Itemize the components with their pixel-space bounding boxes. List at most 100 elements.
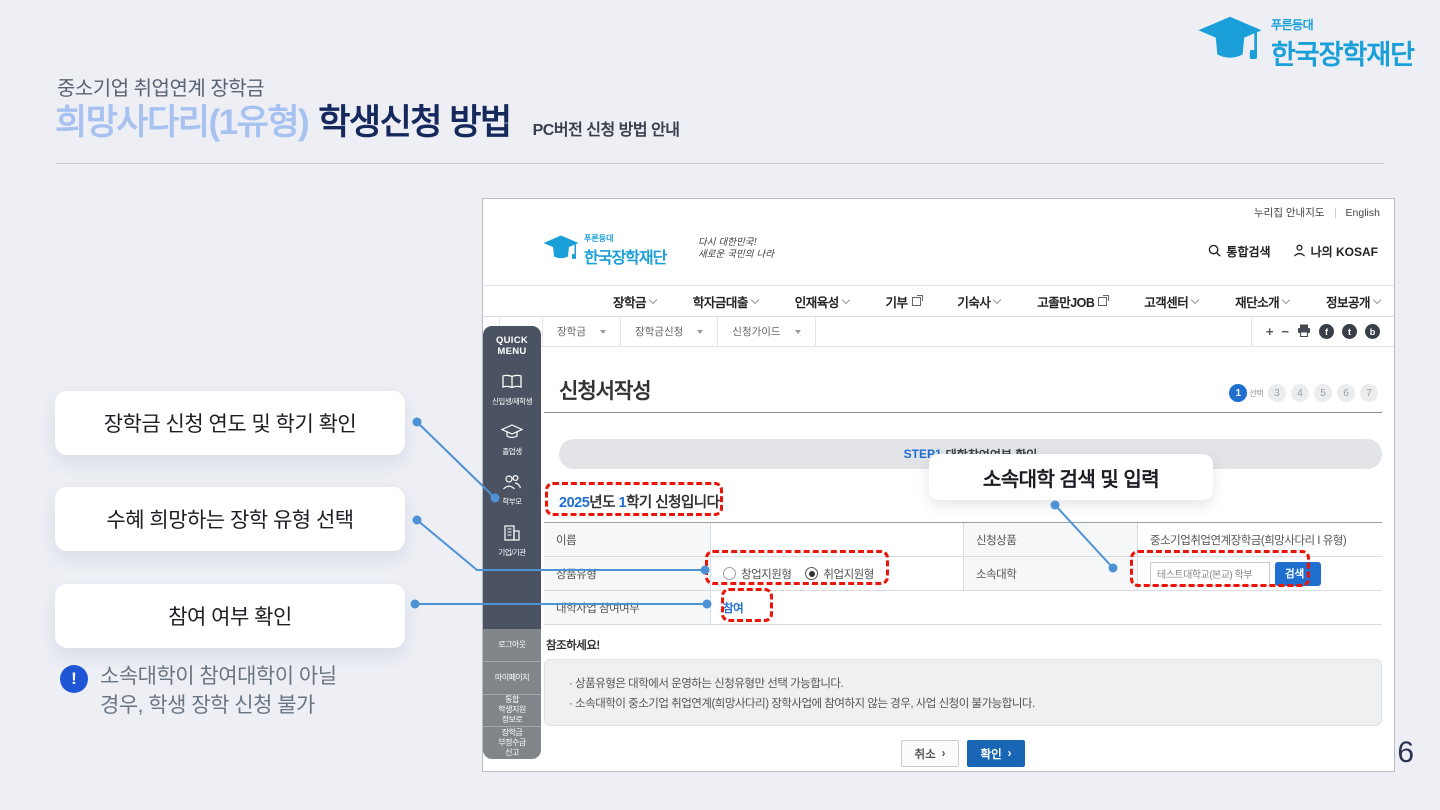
- quickmenu-report[interactable]: 장학금 부정수급 신고: [483, 726, 541, 759]
- breadcrumb-item-guide[interactable]: 신청가이드: [718, 317, 815, 346]
- step-circle-active: 1: [1229, 384, 1247, 402]
- sitemap-link[interactable]: 누리집 안내지도: [1254, 205, 1325, 220]
- step-circle: 7: [1360, 384, 1378, 402]
- callout-card-2: 수혜 희망하는 장학 유형 선택: [55, 487, 405, 551]
- quick-menu-title: QUICK MENU: [496, 335, 528, 357]
- breadcrumb-item-scholarship[interactable]: 장학금: [543, 317, 621, 346]
- quick-menu: QUICK MENU 신입생/재학생 졸업생 학부모 기업/기관: [483, 326, 541, 759]
- university-search-button[interactable]: 검색 ›: [1275, 562, 1321, 586]
- facebook-icon[interactable]: f: [1319, 324, 1334, 339]
- reference-note-1: 상품유형은 대학에서 운영하는 신청유형만 선택 가능합니다.: [569, 674, 1381, 694]
- english-link[interactable]: English: [1346, 207, 1380, 219]
- site-header: 푸른등대 한국장학재단 다시 대한민국! 새로운 국민의 나라 통합검색 나의 …: [483, 223, 1394, 285]
- university-input[interactable]: [1150, 562, 1270, 586]
- radio-selected-icon: [805, 567, 818, 580]
- action-buttons: 취소 › 확인›: [544, 740, 1382, 767]
- slogan-script: 다시 대한민국! 새로운 국민의 나라: [698, 237, 774, 261]
- callout-card-3: 참여 여부 확인: [55, 584, 405, 648]
- quickmenu-item-graduate[interactable]: 졸업생: [501, 424, 523, 457]
- caret-down-icon: [697, 330, 703, 334]
- title-underline: [544, 412, 1382, 413]
- nav-item-donation[interactable]: 기부: [886, 292, 921, 311]
- semester-year: 2025: [559, 495, 589, 511]
- step-circle: 6: [1337, 384, 1355, 402]
- table-row: 상품유형 창업지원형 취업지원형 소속대학: [544, 557, 1382, 591]
- nav-item-gojol-job[interactable]: 고졸만JOB: [1037, 292, 1107, 311]
- row-header-product: 신청상품: [964, 523, 1138, 556]
- cancel-button[interactable]: 취소 ›: [901, 740, 959, 767]
- zoom-out-icon[interactable]: −: [1281, 324, 1289, 339]
- warning-note: ! 소속대학이 참여대학이 아닐 경우, 학생 장학 신청 불가: [60, 662, 337, 720]
- caret-down-icon: [600, 330, 606, 334]
- nav-item-dormitory[interactable]: 기숙사: [957, 292, 1000, 311]
- quickmenu-item-corporate[interactable]: 기업/기관: [498, 524, 525, 558]
- external-link-icon: [912, 297, 921, 306]
- product-value: 중소기업취업연계장학금(희망사다리 I 유형): [1138, 523, 1382, 556]
- radio-label: 취업지원형: [823, 566, 873, 582]
- table-row: 대학사업 참여여부 참여: [544, 591, 1382, 625]
- nav-item-customer-center[interactable]: 고객센터: [1144, 292, 1198, 311]
- utility-divider: [1335, 208, 1336, 218]
- nav-label: 기부: [886, 292, 908, 311]
- tooltip-university-search: 소속대학 검색 및 입력: [929, 454, 1213, 500]
- quickmenu-label: 기업/기관: [498, 547, 525, 558]
- main-nav: 장학금 학자금대출 인재육성 기부 기숙사 고졸만JOB 고객센터 재단소개 정…: [483, 285, 1394, 317]
- slide-title: 희망사다리(1유형) 학생신청 방법 PC버전 신청 방법 안내: [55, 94, 679, 145]
- step-active-label: 선택: [1249, 388, 1263, 399]
- semester-term-suffix: 학기 신청입니다.: [626, 495, 723, 511]
- name-value: [711, 523, 964, 556]
- zoom-in-icon[interactable]: +: [1266, 324, 1274, 339]
- nav-item-about[interactable]: 재단소개: [1235, 292, 1289, 311]
- page-number: 6: [1397, 736, 1414, 770]
- quickmenu-logout[interactable]: 로그아웃: [483, 629, 541, 661]
- my-kosaf-label: 나의 KOSAF: [1311, 243, 1378, 260]
- quickmenu-integrated-info[interactable]: 통합 학생지원 정보로: [483, 694, 541, 727]
- site-logo-top-label: 푸른등대: [584, 233, 666, 244]
- nav-item-scholarship[interactable]: 장학금: [613, 292, 656, 311]
- quickmenu-item-parents[interactable]: 학부모: [502, 474, 522, 507]
- radio-employment-support[interactable]: 취업지원형: [805, 566, 873, 582]
- site-logo[interactable]: 푸른등대 한국장학재단: [543, 233, 666, 268]
- nav-item-disclosure[interactable]: 정보공개: [1326, 292, 1380, 311]
- blog-icon[interactable]: b: [1365, 324, 1380, 339]
- website-screenshot: 누리집 안내지도 English 푸른등대 한국장학재단: [482, 198, 1395, 772]
- building-icon: [503, 524, 521, 544]
- radio-startup-support[interactable]: 창업지원형: [723, 566, 791, 582]
- cancel-label: 취소: [914, 746, 935, 762]
- nav-item-student-loan[interactable]: 학자금대출: [693, 292, 758, 311]
- semester-year-suffix: 년도: [589, 495, 618, 511]
- confirm-button[interactable]: 확인›: [967, 740, 1025, 767]
- semester-notice: 2025년도 1학기 신청입니다.: [559, 491, 723, 512]
- row-header-product-type: 상품유형: [544, 557, 711, 590]
- step-circle: 4: [1291, 384, 1309, 402]
- person-icon: [1293, 244, 1306, 260]
- chevron-down-icon: [1191, 295, 1199, 303]
- arrow-right-icon: ›: [942, 748, 946, 760]
- breadcrumb-label: 장학금: [557, 324, 586, 339]
- product-type-radio-group: 창업지원형 취업지원형: [723, 566, 874, 582]
- radio-unselected-icon: [723, 567, 736, 580]
- brand-main-label: 한국장학재단: [1271, 33, 1414, 72]
- twitter-icon[interactable]: t: [1342, 324, 1357, 339]
- callout-card-1: 장학금 신청 연도 및 학기 확인: [55, 391, 405, 455]
- my-kosaf[interactable]: 나의 KOSAF: [1293, 243, 1378, 260]
- grad-cap-logo-icon: [543, 234, 579, 267]
- quickmenu-item-freshman[interactable]: 신입생/재학생: [492, 374, 532, 407]
- exclamation-icon: !: [60, 665, 88, 693]
- nav-label: 재단소개: [1235, 292, 1279, 311]
- title-rest: 학생신청 방법: [318, 94, 510, 145]
- print-icon[interactable]: [1297, 324, 1311, 340]
- row-header-participation: 대학사업 참여여부: [544, 591, 711, 624]
- integrated-search[interactable]: 통합검색: [1208, 243, 1270, 260]
- step-circle: 5: [1314, 384, 1332, 402]
- breadcrumb-label: 신청가이드: [732, 324, 780, 339]
- quickmenu-mypage[interactable]: 마이페이지: [483, 661, 541, 694]
- reference-box: 상품유형은 대학에서 운영하는 신청유형만 선택 가능합니다. 소속대학이 중소…: [544, 659, 1382, 726]
- breadcrumb-label: 장학금신청: [635, 324, 683, 339]
- participation-value: 참여: [723, 600, 743, 616]
- brand-top-label: 푸른등대: [1271, 16, 1414, 33]
- nav-item-talent[interactable]: 인재육성: [795, 292, 849, 311]
- quickmenu-label: 신입생/재학생: [492, 396, 532, 407]
- nav-label: 학자금대출: [693, 292, 748, 311]
- breadcrumb-item-apply[interactable]: 장학금신청: [621, 317, 718, 346]
